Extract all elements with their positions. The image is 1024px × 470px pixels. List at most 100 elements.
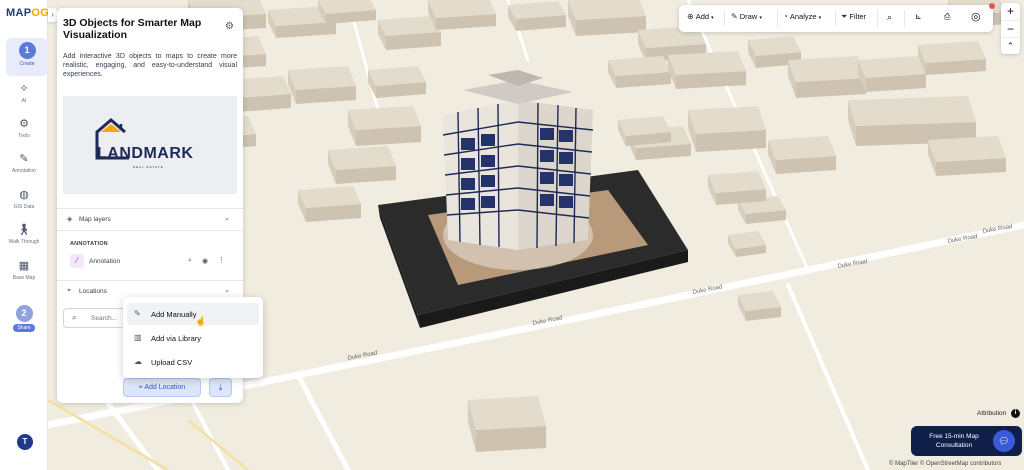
chevron-down-icon: ▾ [759,15,762,21]
plus-circle-icon: ⊕ [687,12,694,21]
location-pin-icon: ⌖ [138,384,143,391]
toolbar-divider [724,10,725,27]
left-rail: MAPOG 1 Create ✧ AI ⚙ Tools ✎ Annotation… [0,0,49,470]
rail-item-walk-through[interactable]: 🚶︎ Walk Through [0,223,48,245]
filter-label: Filter [849,12,867,21]
divider [57,208,243,209]
step-badge: 2 [15,305,33,322]
menu-item-add-manually[interactable]: ✎ Add Manually [127,303,259,325]
building-block [378,16,441,50]
building-block [918,41,986,75]
building-block [928,136,1006,176]
menu-item-label: Upload CSV [151,358,193,367]
layers-icon: ◈ [67,216,73,223]
draw-menu-button[interactable]: ✎ Draw ▾ [731,12,762,21]
building-block [668,51,746,89]
eye-icon[interactable]: ◉ [202,257,208,265]
panel-title: 3D Objects for Smarter Map Visualization [63,17,202,41]
brand-tagline: REAL ESTATE [133,165,164,169]
add-label: Add [695,12,710,21]
divider [57,230,243,231]
rail-item-label: GIS Data [13,204,35,210]
rail-item-label: Share [13,324,35,332]
sparkle-icon: ✧ [19,83,29,95]
basemap-icon: ▦ [18,260,30,272]
building-block [368,66,426,98]
toolbar-divider [877,10,878,27]
add-location-button[interactable]: ⌖ Add Location [123,378,201,397]
rail-item-label: AI [21,98,27,104]
building-block [608,56,671,88]
database-icon: ◍ [19,189,29,201]
rail-item-gis-data[interactable]: ◍ GIS Data [0,188,48,210]
rail-item-tools[interactable]: ⚙ Tools [0,117,48,139]
panel-collapse-button[interactable]: › [48,8,57,22]
zoom-in-button[interactable]: + [1001,3,1020,20]
info-icon[interactable]: i [1011,409,1020,418]
more-icon[interactable]: ⋮ [218,256,225,264]
zoom-control: + − ⌃ [1001,3,1020,54]
zoom-to-icon[interactable]: ⌕ [188,257,192,265]
annotation-layer-label: Annotation [89,258,121,265]
download-icon: ⤓ [218,383,223,392]
menu-item-upload-csv[interactable]: ☁ Upload CSV [127,351,259,373]
rail-item-label: Tools [18,133,30,139]
toolbar-divider [777,10,778,27]
rail-item-annotation[interactable]: ✎ Annotation [0,152,48,174]
edit-icon: ✎ [134,309,141,318]
consultation-label: Free 15-min Map Consultation [929,433,979,449]
measure-icon[interactable]: ⊾ [915,12,922,21]
pencil-icon: ✎ [731,12,738,21]
search-placeholder: Search... [91,315,118,322]
rail-item-create[interactable]: 1 Create [6,38,48,76]
menu-item-label: Add Manually [151,310,197,319]
app-logo[interactable]: MAPOG [6,7,49,19]
building-block [328,146,396,184]
project-image: LANDMARK REAL ESTATE [63,96,237,194]
add-menu-button[interactable]: ⊕ Add ▾ [687,12,714,21]
gear-icon[interactable]: ⚙ [225,22,235,32]
divider [57,280,243,281]
filter-button[interactable]: ⏷ Filter [841,12,866,22]
rail-item-label: Base Map [12,275,36,281]
chevron-down-icon: ▾ [818,15,822,21]
walk-icon: 🚶︎ [17,224,31,236]
brand-name: LANDMARK [97,145,194,162]
filter-icon: ⏷ [841,12,848,21]
search-icon[interactable]: ⌕ [887,12,892,23]
compass-icon[interactable]: ⌃ [1001,37,1020,54]
draw-label: Draw [739,12,758,21]
locate-icon[interactable]: ◎ [971,10,981,23]
building-block [788,56,866,98]
rail-item-label: Create [19,61,35,67]
tools-icon: ⚙ [19,118,29,130]
building-block [568,0,646,36]
chevron-down-icon[interactable]: ⌄ [224,286,230,294]
chevron-down-icon[interactable]: ⌄ [224,214,230,222]
annotation-icon: ✎ [19,153,29,165]
user-avatar[interactable]: T [17,434,33,450]
chevron-down-icon: ▾ [711,15,714,21]
search-icon: ⌕ [72,313,77,322]
building-block [708,171,766,205]
rail-item-base-map[interactable]: ▦ Base Map [0,259,48,281]
rail-item-ai[interactable]: ✧ AI [0,82,48,104]
rail-item-label: Annotation [12,168,36,174]
top-toolbar: ⊕ Add ▾ ✎ Draw ▾ ◔ Analyze ▾ ⏷ Filter ⌕ ⊾ ⎙ … [679,5,993,32]
download-button[interactable]: ⤓ [209,378,232,397]
consultation-button[interactable]: Free 15-min Map Consultation 💬︎ [911,426,1022,456]
chat-icon[interactable]: 💬︎ [993,430,1015,452]
upload-cloud-icon: ☁ [134,357,142,366]
rail-item-share[interactable]: 2 Share [0,305,48,332]
location-search-input[interactable]: ⌕ Search... [63,308,129,328]
print-icon[interactable]: ⎙ [944,12,950,22]
building-block [468,396,546,452]
zoom-out-button[interactable]: − [1001,20,1020,37]
building-block [738,291,781,321]
attribution-label[interactable]: Attribution [977,410,1006,417]
cursor-icon: ☝ [195,316,207,326]
library-icon: ▥ [134,333,142,342]
menu-item-add-via-library[interactable]: ▥ Add via Library [127,327,259,349]
analyze-label: Analyze [789,12,817,21]
analyze-menu-button[interactable]: ◔ Analyze ▾ [783,12,821,21]
